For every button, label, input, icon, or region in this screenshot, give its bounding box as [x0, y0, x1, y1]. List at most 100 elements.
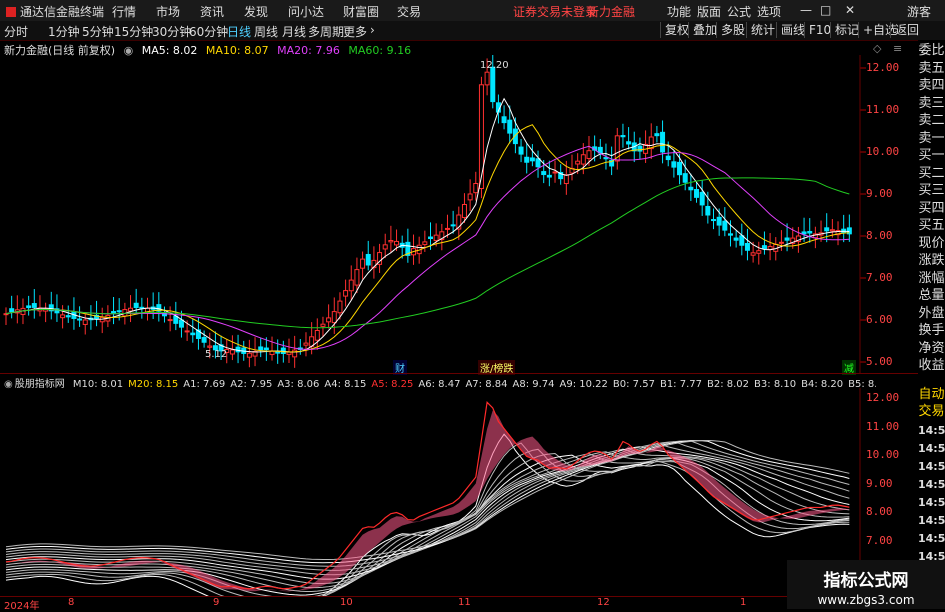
- candle-body: [677, 161, 683, 176]
- candles-group: [3, 55, 852, 368]
- menu-news[interactable]: 资讯: [200, 3, 224, 20]
- menu-trade[interactable]: 交易: [397, 3, 421, 20]
- trade-field-0[interactable]: 自动: [918, 386, 945, 403]
- quote-field-16[interactable]: 换手: [918, 322, 945, 339]
- stats-button[interactable]: 统计: [746, 22, 779, 38]
- menu-quotes[interactable]: 行情: [112, 3, 136, 20]
- quote-field-1[interactable]: 卖五: [918, 60, 945, 77]
- indicator-tick-3: 9.00: [866, 476, 893, 490]
- menu-bar: 通达信金融终端 行情 市场 资讯 发现 问小达 财富圈 交易 证券交易未登录 新…: [0, 0, 945, 22]
- period-tab-daily[interactable]: 日线: [227, 23, 251, 40]
- quote-field-8[interactable]: 买三: [918, 182, 945, 199]
- candle-body: [444, 227, 450, 230]
- menu-ask[interactable]: 问小达: [288, 3, 324, 20]
- candle-body: [484, 71, 490, 86]
- menu-function[interactable]: 功能: [667, 3, 691, 20]
- indicator-tick-0: 12.00: [866, 391, 900, 404]
- quote-field-3[interactable]: 卖三: [918, 95, 945, 112]
- quote-field-9[interactable]: 买四: [918, 200, 945, 217]
- quote-field-12[interactable]: 涨跌: [918, 252, 945, 269]
- period-tab-more[interactable]: 更多: [343, 23, 367, 40]
- quote-field-6[interactable]: 买一: [918, 147, 945, 164]
- quote-side-panel: 委比 卖五 卖四 卖三 卖二 卖一 买一 买二 买三 买四 买五 现价 涨跌 涨幅 总量 外盘 换手 净资 收益: [918, 40, 945, 385]
- candle-body: [620, 135, 626, 138]
- candle-body: [320, 323, 326, 327]
- quote-field-11[interactable]: 现价: [918, 235, 945, 252]
- quote-field-4[interactable]: 卖二: [918, 112, 945, 129]
- guest-label[interactable]: 游客: [907, 3, 931, 20]
- quote-field-18[interactable]: 收益: [918, 357, 945, 374]
- candle-body: [586, 150, 592, 159]
- trade-field-1[interactable]: 交易: [918, 403, 945, 420]
- indicator-chart[interactable]: [0, 388, 918, 596]
- candle-body: [761, 245, 767, 250]
- candle-body: [603, 157, 609, 160]
- indicator-band-line: [5, 453, 850, 593]
- candle-body: [292, 349, 298, 358]
- quote-field-5[interactable]: 卖一: [918, 130, 945, 147]
- candle-body: [829, 229, 835, 232]
- multi-stock-button[interactable]: 多股: [716, 22, 749, 38]
- candle-body: [778, 241, 784, 244]
- menu-wealth[interactable]: 财富圈: [343, 3, 379, 20]
- quote-field-13[interactable]: 涨幅: [918, 270, 945, 287]
- quote-field-15[interactable]: 外盘: [918, 305, 945, 322]
- period-tab-multi[interactable]: 多周期: [308, 23, 344, 40]
- candle-body: [111, 311, 117, 314]
- menu-icon[interactable]: ≡: [893, 42, 902, 55]
- candle-body: [269, 350, 275, 356]
- date-axis: 2024年 8 9 10 11 12 1: [0, 596, 860, 612]
- candle-body: [682, 173, 688, 183]
- price-tick-4: 8.00: [866, 229, 893, 242]
- quote-field-14[interactable]: 总量: [918, 287, 945, 304]
- x-label-year: 2024年: [4, 601, 40, 612]
- candle-body: [139, 306, 145, 309]
- indicator-tick-5: 7.00: [866, 533, 893, 547]
- candle-body: [246, 352, 252, 358]
- menu-market[interactable]: 市场: [156, 3, 180, 20]
- menu-layout[interactable]: 版面: [697, 3, 721, 20]
- close-icon[interactable]: ✕: [845, 3, 855, 17]
- period-tab-30m[interactable]: 30分钟: [152, 23, 191, 40]
- minimize-icon[interactable]: —: [800, 3, 812, 17]
- candle-body: [665, 155, 671, 161]
- period-tab-60m[interactable]: 60分钟: [189, 23, 228, 40]
- period-toolbar: 分时 1分钟 5分钟 15分钟 30分钟 60分钟 日线 周线 月线 多周期 更…: [0, 21, 945, 41]
- candle-body: [388, 240, 394, 243]
- ma20-line: [5, 145, 850, 350]
- candle-body: [727, 233, 733, 236]
- candle-body: [711, 219, 716, 222]
- quote-field-7[interactable]: 买二: [918, 165, 945, 182]
- period-tab-5m[interactable]: 5分钟: [82, 23, 114, 40]
- period-tab-monthly[interactable]: 月线: [282, 23, 306, 40]
- stock-name-header: 新力金融: [587, 5, 636, 19]
- candle-body: [507, 119, 513, 134]
- candlestick-chart[interactable]: [0, 55, 918, 373]
- menu-options[interactable]: 选项: [757, 3, 781, 20]
- period-tab-weekly[interactable]: 周线: [254, 23, 278, 40]
- chevron-right-icon[interactable]: ›: [370, 23, 375, 37]
- menu-formula[interactable]: 公式: [727, 3, 751, 20]
- price-tick-0: 12.00: [866, 61, 900, 74]
- quote-field-2[interactable]: 卖四: [918, 77, 945, 94]
- candle-body: [529, 157, 535, 162]
- menu-discover[interactable]: 发现: [244, 3, 268, 20]
- quote-field-10[interactable]: 买五: [918, 217, 945, 234]
- candle-body: [478, 84, 484, 189]
- candle-body: [82, 319, 88, 325]
- x-label-12: 12: [597, 597, 610, 608]
- period-tab-1m[interactable]: 1分钟: [48, 23, 80, 40]
- candle-body: [535, 158, 541, 168]
- x-label-8: 8: [68, 597, 75, 608]
- period-tab-minute[interactable]: 分时: [4, 23, 28, 40]
- restore-icon[interactable]: □: [820, 3, 831, 17]
- candle-body: [750, 252, 756, 256]
- diamond-icon[interactable]: ◇: [873, 42, 881, 55]
- quote-field-0[interactable]: 委比: [918, 42, 945, 59]
- login-status[interactable]: 证券交易未登录: [513, 3, 597, 20]
- quote-field-17[interactable]: 净资: [918, 340, 945, 357]
- back-button[interactable]: 返回: [890, 22, 923, 38]
- candle-body: [541, 171, 547, 176]
- candle-body: [626, 141, 632, 145]
- period-tab-15m[interactable]: 15分钟: [114, 23, 153, 40]
